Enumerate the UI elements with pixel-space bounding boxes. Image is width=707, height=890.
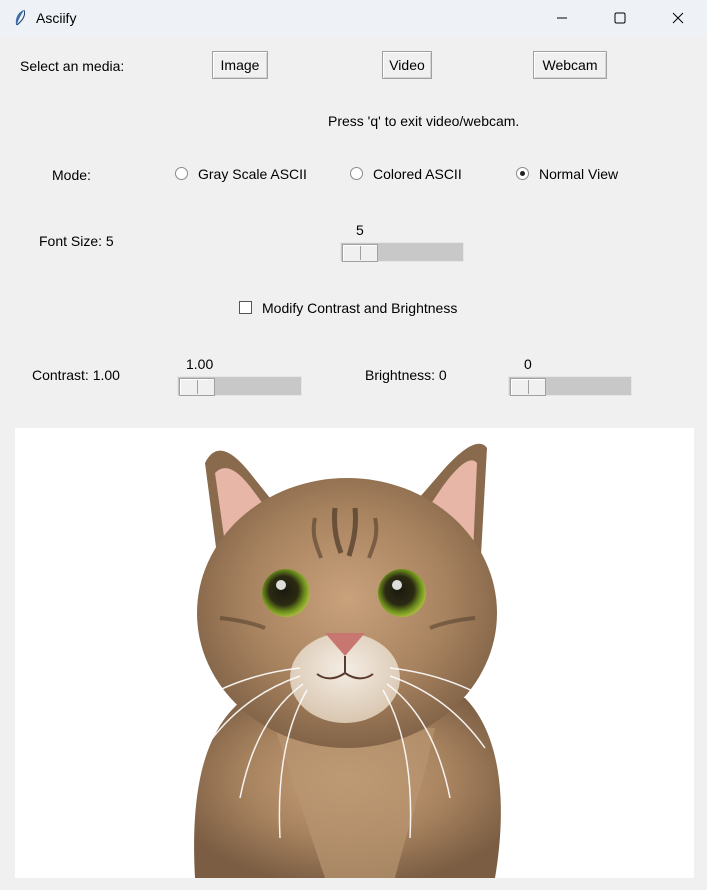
radio-gray-scale[interactable] <box>175 167 188 180</box>
title-bar: Asciify <box>0 0 707 36</box>
font-size-label: Font Size: 5 <box>39 233 114 249</box>
brightness-slider-thumb[interactable] <box>510 378 546 396</box>
radio-normal-view-label[interactable]: Normal View <box>539 166 618 182</box>
radio-normal-view[interactable] <box>516 167 529 180</box>
mode-label: Mode: <box>52 167 91 183</box>
font-size-slider-thumb[interactable] <box>342 244 378 262</box>
radio-gray-scale-label[interactable]: Gray Scale ASCII <box>198 166 307 182</box>
modify-checkbox-label[interactable]: Modify Contrast and Brightness <box>262 300 457 316</box>
feather-icon <box>15 9 26 26</box>
font-size-value: 5 <box>356 222 364 238</box>
webcam-button[interactable]: Webcam <box>533 51 607 79</box>
contrast-label: Contrast: 1.00 <box>32 367 120 383</box>
modify-checkbox[interactable] <box>239 301 252 314</box>
maximize-icon <box>614 12 626 24</box>
image-button[interactable]: Image <box>212 51 268 79</box>
minimize-icon <box>557 17 567 19</box>
preview-panel <box>15 428 694 878</box>
brightness-slider[interactable] <box>508 376 632 396</box>
brightness-label: Brightness: 0 <box>365 367 447 383</box>
contrast-value: 1.00 <box>186 356 214 372</box>
radio-colored[interactable] <box>350 167 363 180</box>
minimize-button[interactable] <box>533 0 591 36</box>
contrast-slider[interactable] <box>177 376 302 396</box>
cat-photo <box>179 443 511 878</box>
contrast-slider-thumb[interactable] <box>179 378 215 396</box>
exit-hint: Press 'q' to exit video/webcam. <box>328 113 520 129</box>
brightness-value: 0 <box>524 356 532 372</box>
radio-colored-label[interactable]: Colored ASCII <box>373 166 462 182</box>
media-label: Select an media: <box>20 58 125 74</box>
close-icon <box>672 12 684 24</box>
close-button[interactable] <box>649 0 707 36</box>
window-title: Asciify <box>36 10 77 26</box>
font-size-slider[interactable] <box>340 242 464 262</box>
maximize-button[interactable] <box>591 0 649 36</box>
video-button[interactable]: Video <box>382 51 432 79</box>
